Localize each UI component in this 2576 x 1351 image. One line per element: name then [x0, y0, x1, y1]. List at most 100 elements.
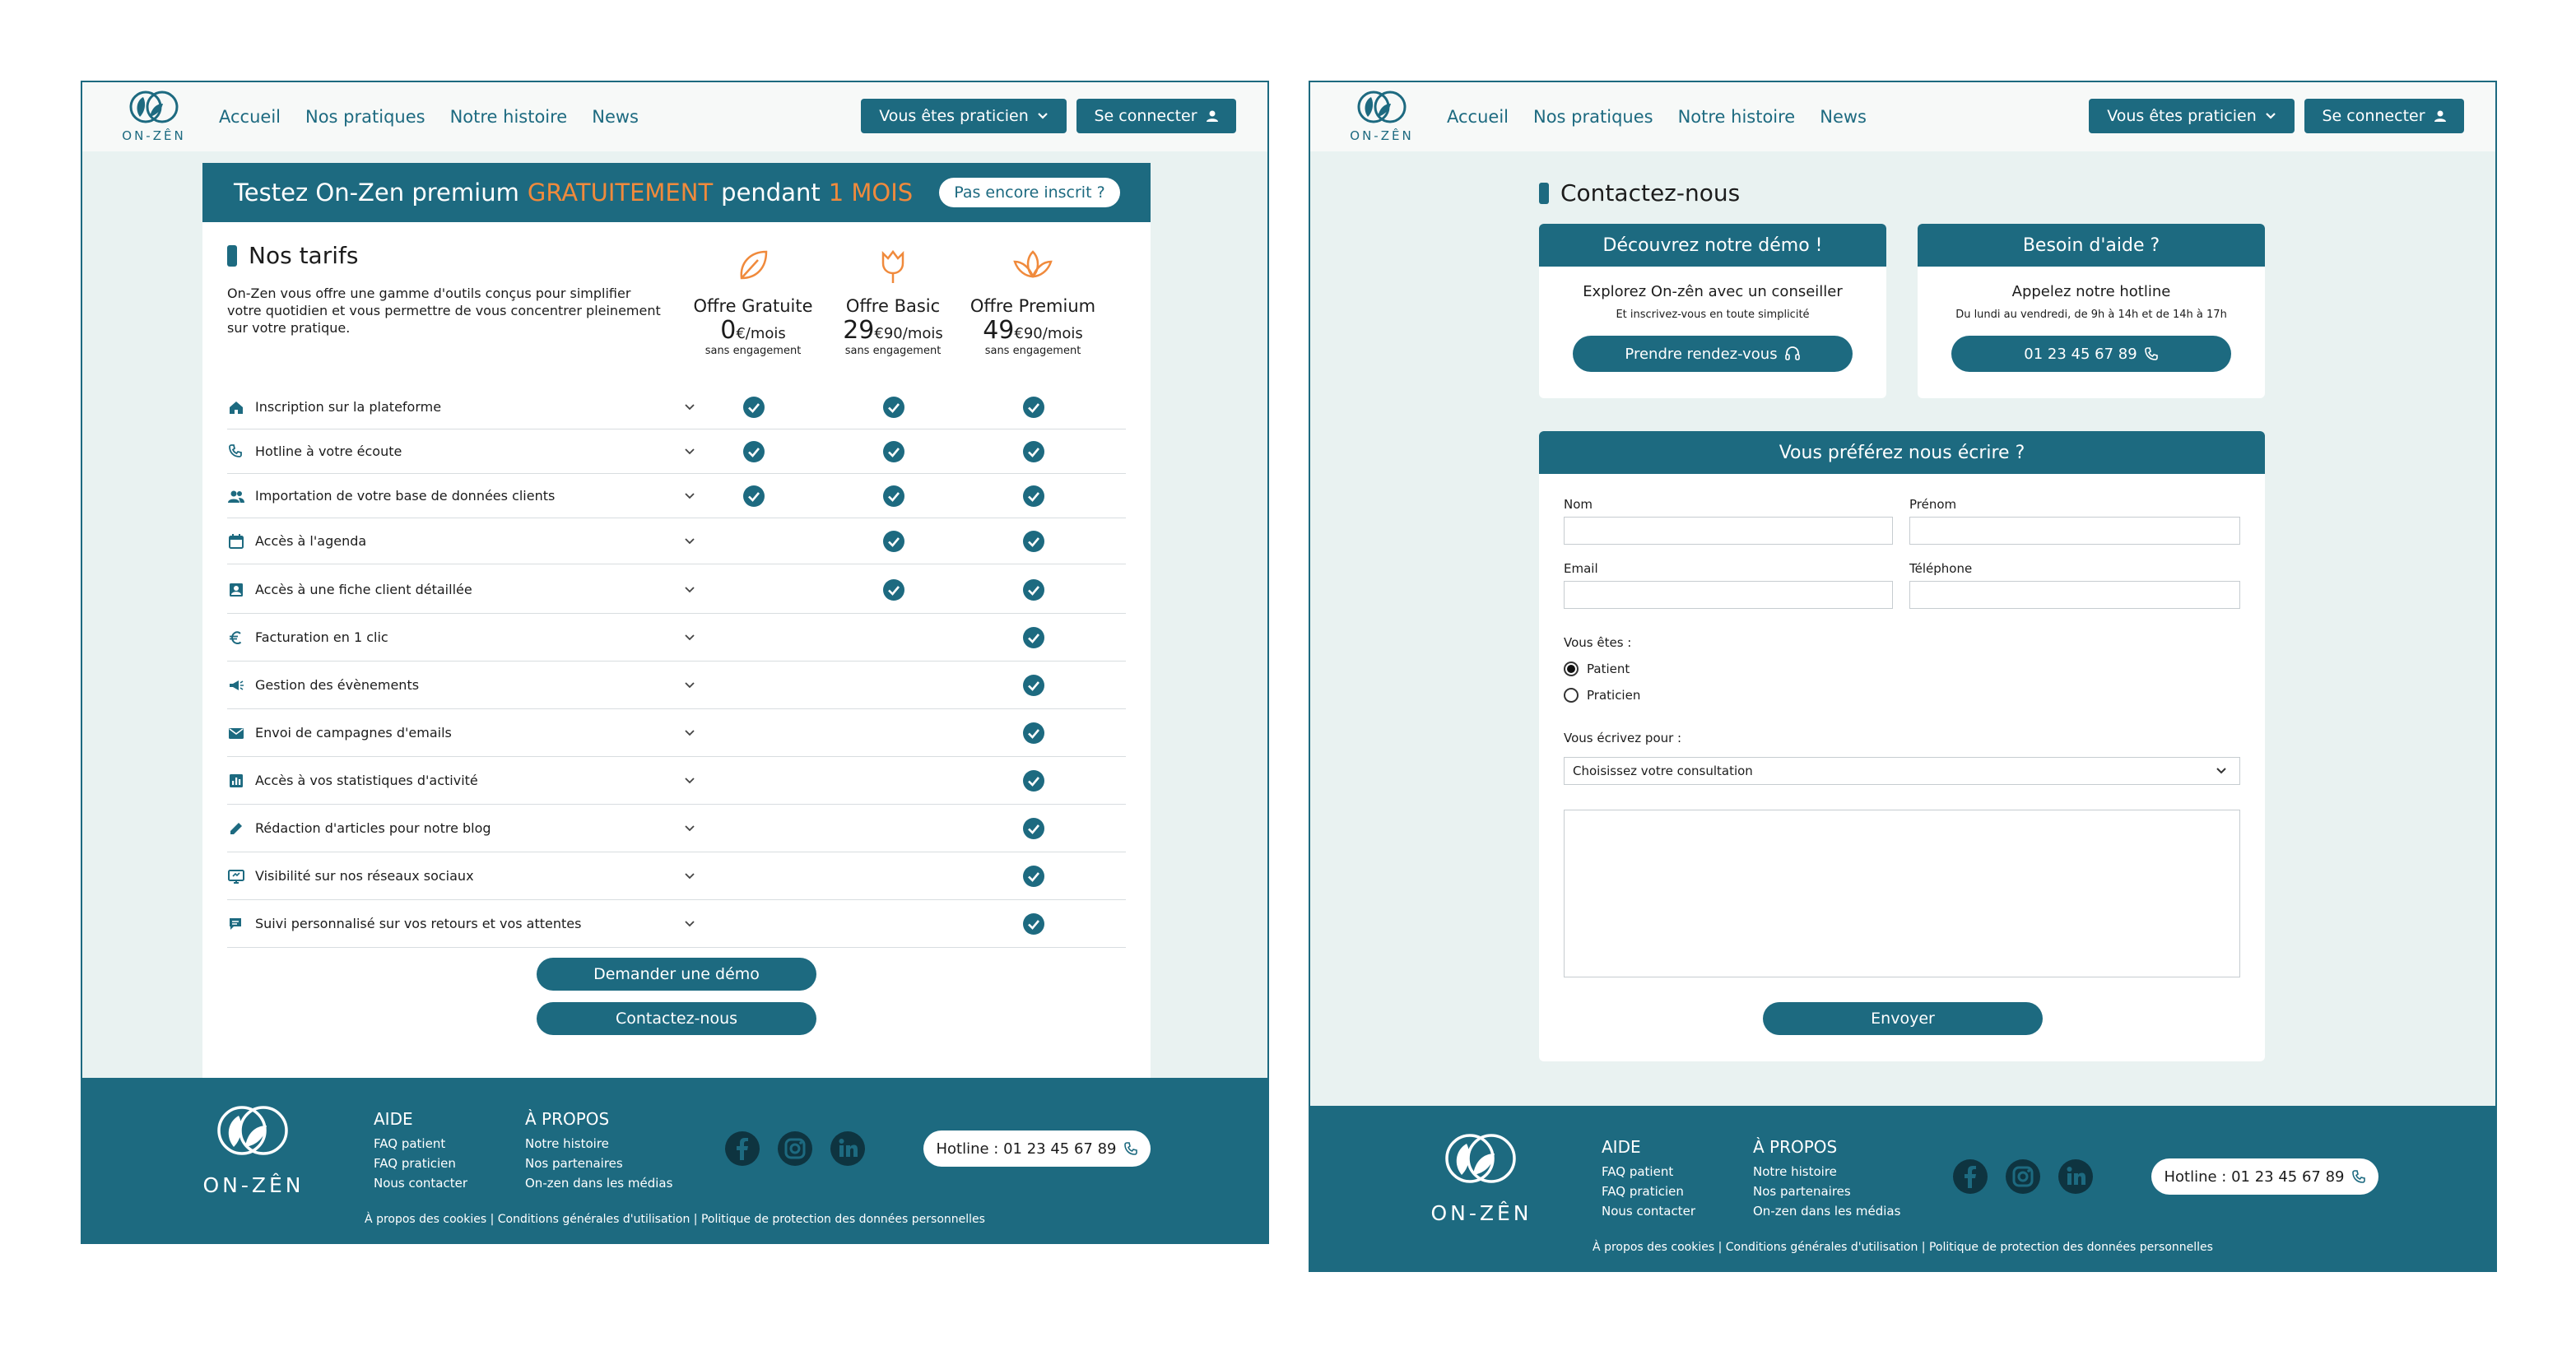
book-appointment-label: Prendre rendez-vous: [1625, 345, 1778, 363]
facebook-icon[interactable]: [1952, 1158, 1988, 1195]
telephone-input[interactable]: [1909, 581, 2240, 609]
consultation-select[interactable]: Choisissez votre consultation: [1564, 757, 2240, 785]
chevron-down-icon[interactable]: [684, 632, 695, 643]
nom-input[interactable]: [1564, 517, 1893, 545]
chevron-down-icon[interactable]: [684, 918, 695, 930]
logo[interactable]: ON-ZÊN: [115, 87, 193, 146]
footer-link-faq-patient[interactable]: FAQ patient: [1602, 1162, 1695, 1182]
footer-link-medias[interactable]: On-zen dans les médias: [525, 1173, 672, 1193]
footer-link-faq-praticien[interactable]: FAQ praticien: [374, 1154, 467, 1173]
feature-row[interactable]: Accès à une fiche client détaillée: [227, 566, 1126, 614]
feature-row[interactable]: Inscription sur la plateforme: [227, 385, 1126, 429]
help-card: Besoin d'aide ? Appelez notre hotline Du…: [1918, 224, 2265, 398]
nav-nos-pratiques[interactable]: Nos pratiques: [1533, 107, 1653, 127]
chevron-down-icon[interactable]: [684, 490, 695, 502]
feature-row[interactable]: Accès à vos statistiques d'activité: [227, 757, 1126, 805]
praticien-dropdown-button[interactable]: Vous êtes praticien: [861, 99, 1067, 133]
hotline-call-button[interactable]: 01 23 45 67 89: [1951, 336, 2231, 372]
chevron-down-icon[interactable]: [684, 727, 695, 739]
footer-logo-icon[interactable]: [1429, 1127, 1532, 1190]
site-header: ON-ZÊN Accueil Nos pratiques Notre histo…: [1310, 82, 2495, 151]
chevron-down-icon[interactable]: [684, 775, 695, 787]
linkedin-icon[interactable]: [830, 1130, 866, 1167]
footer-link-contact[interactable]: Nous contacter: [1602, 1201, 1695, 1221]
tulip-icon: [881, 249, 904, 283]
feature-row[interactable]: Gestion des évènements: [227, 662, 1126, 709]
radio-patient[interactable]: Patient: [1564, 662, 1630, 676]
instagram-icon[interactable]: [777, 1130, 813, 1167]
feature-label: Inscription sur la plateforme: [255, 399, 442, 415]
message-textarea[interactable]: [1564, 810, 2240, 977]
feature-row[interactable]: Hotline à votre écoute: [227, 429, 1126, 474]
footer-hotline-button[interactable]: Hotline : 01 23 45 67 89: [923, 1130, 1151, 1167]
instagram-icon[interactable]: [2005, 1158, 2041, 1195]
footer-apropos-column: À PROPOS Notre histoire Nos partenaires …: [1753, 1137, 1900, 1221]
footer-legal-links[interactable]: À propos des cookies | Conditions généra…: [1310, 1241, 2495, 1254]
footer-aide-title: AIDE: [1602, 1137, 1641, 1157]
feature-row[interactable]: Suivi personnalisé sur vos retours et vo…: [227, 900, 1126, 948]
footer-aide-column: AIDE FAQ patient FAQ praticien Nous cont…: [1602, 1137, 1695, 1221]
vous-etes-label: Vous êtes :: [1564, 635, 1632, 650]
footer-apropos-title: À PROPOS: [1753, 1137, 1838, 1157]
nav-accueil[interactable]: Accueil: [1447, 107, 1509, 127]
radio-praticien[interactable]: Praticien: [1564, 688, 1640, 703]
nav-accueil[interactable]: Accueil: [219, 107, 281, 127]
purpose-label: Vous écrivez pour :: [1564, 731, 1682, 745]
footer-link-partenaires[interactable]: Nos partenaires: [525, 1154, 672, 1173]
nav-news[interactable]: News: [592, 107, 639, 127]
chevron-down-icon[interactable]: [684, 680, 695, 691]
footer-hotline-button[interactable]: Hotline : 01 23 45 67 89: [2151, 1158, 2378, 1195]
nav-nos-pratiques[interactable]: Nos pratiques: [305, 107, 425, 127]
footer-link-histoire[interactable]: Notre histoire: [525, 1134, 672, 1154]
demo-button[interactable]: Demander une démo: [537, 958, 816, 991]
footer-link-histoire[interactable]: Notre histoire: [1753, 1162, 1900, 1182]
footer-apropos-column: À PROPOS Notre histoire Nos partenaires …: [525, 1109, 672, 1193]
footer-legal-links[interactable]: À propos des cookies | Conditions généra…: [82, 1213, 1267, 1226]
chevron-down-icon[interactable]: [684, 536, 695, 547]
feature-row[interactable]: Rédaction d'articles pour notre blog: [227, 805, 1126, 852]
demo-card-header: Découvrez notre démo !: [1539, 224, 1886, 267]
feature-row[interactable]: Facturation en 1 clic: [227, 614, 1126, 662]
nav-notre-histoire[interactable]: Notre histoire: [1678, 107, 1796, 127]
email-input[interactable]: [1564, 581, 1893, 609]
logo-icon: [129, 91, 179, 123]
contact-button[interactable]: Contactez-nous: [537, 1002, 816, 1035]
footer-link-faq-praticien[interactable]: FAQ praticien: [1602, 1182, 1695, 1201]
check-icon: [743, 397, 765, 418]
feature-row[interactable]: Accès à l'agenda: [227, 518, 1126, 564]
nav-news[interactable]: News: [1820, 107, 1867, 127]
facebook-icon[interactable]: [724, 1130, 760, 1167]
megaphone-icon: [230, 680, 244, 690]
footer-link-medias[interactable]: On-zen dans les médias: [1753, 1201, 1900, 1221]
feature-row[interactable]: Envoi de campagnes d'emails: [227, 709, 1126, 757]
chevron-down-icon[interactable]: [684, 870, 695, 882]
footer-logo-icon[interactable]: [201, 1099, 305, 1162]
check-icon: [1023, 485, 1044, 507]
contact-title: Contactez-nous: [1539, 179, 1740, 207]
chevron-down-icon[interactable]: [684, 402, 695, 413]
footer-link-partenaires[interactable]: Nos partenaires: [1753, 1182, 1900, 1201]
telephone-label: Téléphone: [1909, 561, 1973, 576]
logo[interactable]: ON-ZÊN: [1343, 87, 1421, 146]
footer-link-faq-patient[interactable]: FAQ patient: [374, 1134, 467, 1154]
prenom-input[interactable]: [1909, 517, 2240, 545]
chevron-down-icon[interactable]: [684, 823, 695, 834]
feature-row[interactable]: Visibilité sur nos réseaux sociaux: [227, 852, 1126, 900]
check-icon: [1023, 579, 1044, 601]
linkedin-icon[interactable]: [2058, 1158, 2094, 1195]
login-button[interactable]: Se connecter: [2304, 99, 2464, 133]
phone-icon: [1123, 1142, 1137, 1155]
nav-notre-histoire[interactable]: Notre histoire: [450, 107, 568, 127]
feature-row[interactable]: Importation de votre base de données cli…: [227, 474, 1126, 518]
chevron-down-icon[interactable]: [684, 446, 695, 457]
login-button-label: Se connecter: [2322, 107, 2425, 125]
praticien-dropdown-button[interactable]: Vous êtes praticien: [2089, 99, 2295, 133]
footer-link-contact[interactable]: Nous contacter: [374, 1173, 467, 1193]
plan-note: sans engagement: [844, 345, 942, 357]
login-button[interactable]: Se connecter: [1076, 99, 1236, 133]
send-button[interactable]: Envoyer: [1763, 1002, 2043, 1035]
register-pill-button[interactable]: Pas encore inscrit ?: [939, 178, 1120, 207]
chevron-down-icon[interactable]: [684, 584, 695, 596]
check-icon: [743, 485, 765, 507]
book-appointment-button[interactable]: Prendre rendez-vous: [1573, 336, 1853, 372]
